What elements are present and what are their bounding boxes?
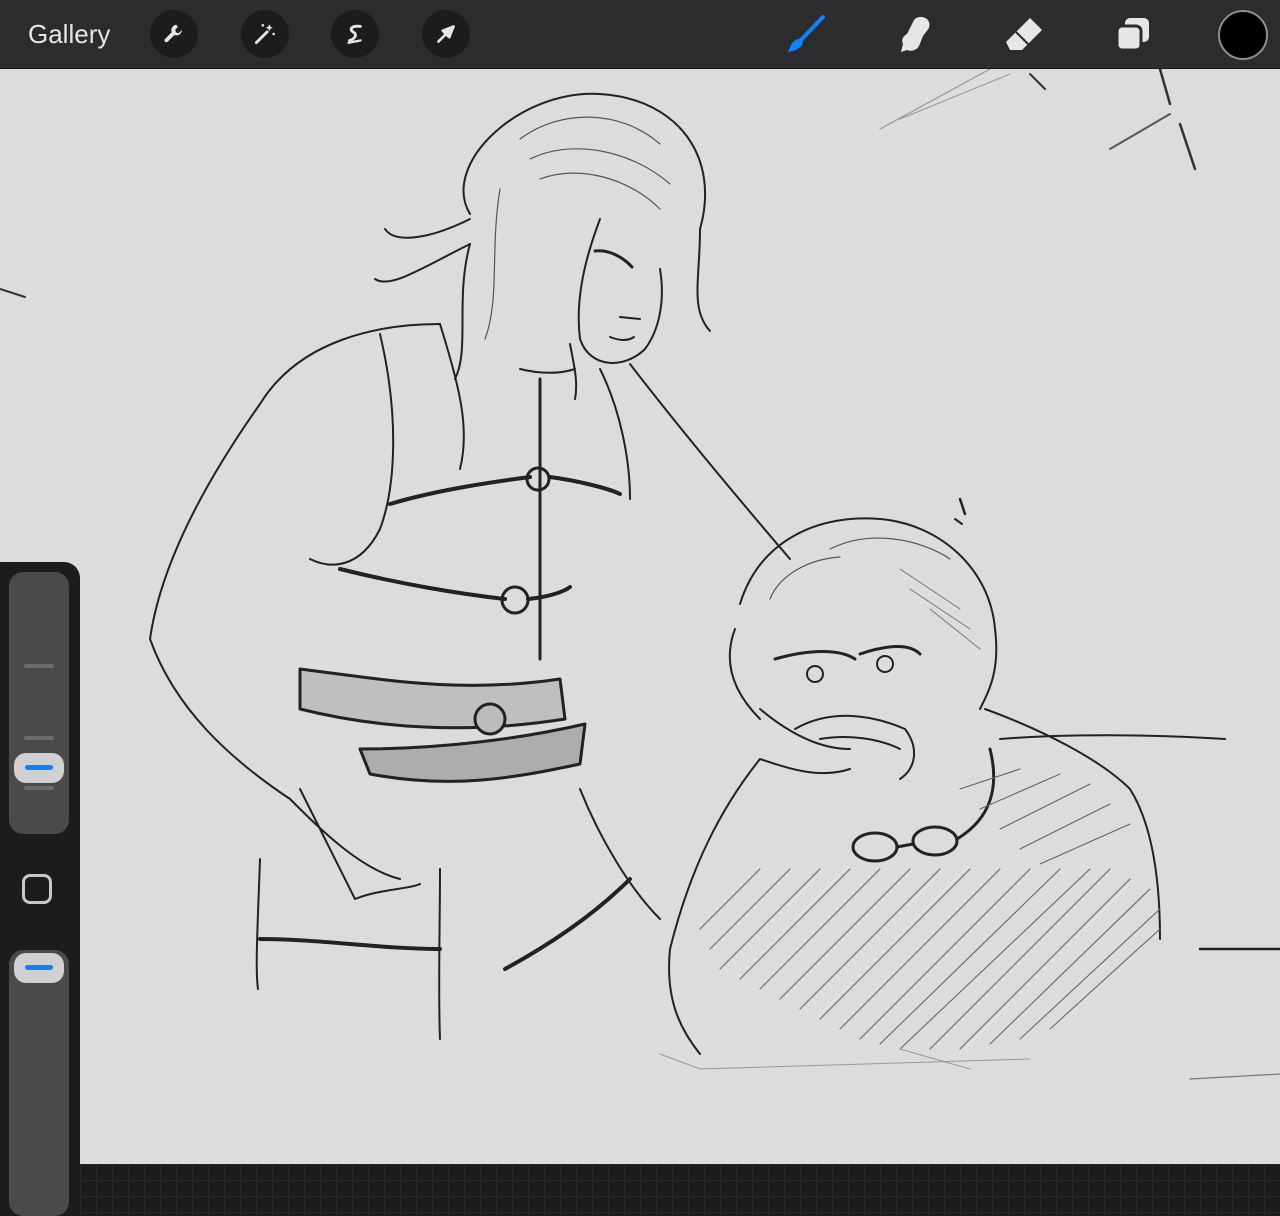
layers-icon [1115,18,1149,52]
brush-size-handle[interactable] [14,753,64,783]
left-sidebar [0,562,80,1216]
bottom-grid-strip [0,1164,1280,1216]
transform-button[interactable] [422,10,470,58]
top-toolbar: Gallery [0,0,1280,69]
slider-tick [24,786,54,790]
magic-wand-icon [254,24,275,45]
selection-button[interactable] [331,10,379,58]
brush-icon [788,15,825,52]
eraser-button[interactable] [999,10,1049,58]
modify-button[interactable] [22,874,52,904]
sketch-artwork [0,69,1280,1080]
transform-arrow-icon [437,25,455,43]
opacity-slider[interactable] [9,950,69,1216]
opacity-handle[interactable] [14,953,64,983]
selection-s-icon [347,24,362,44]
drawing-canvas[interactable] [0,69,1280,1164]
eraser-icon [1006,18,1042,50]
brush-button[interactable] [780,10,830,58]
color-picker-button[interactable] [1218,10,1268,60]
slider-handle-bar [25,965,53,970]
gallery-button[interactable]: Gallery [28,14,110,54]
actions-button[interactable] [150,10,198,58]
wrench-icon [164,24,182,43]
adjustments-button[interactable] [241,10,289,58]
smudge-icon [901,17,930,52]
brush-size-slider[interactable] [9,572,69,834]
slider-tick [24,664,54,668]
slider-tick [24,736,54,740]
slider-handle-bar [25,765,53,770]
layers-button[interactable] [1108,10,1158,58]
smudge-button[interactable] [890,10,940,58]
